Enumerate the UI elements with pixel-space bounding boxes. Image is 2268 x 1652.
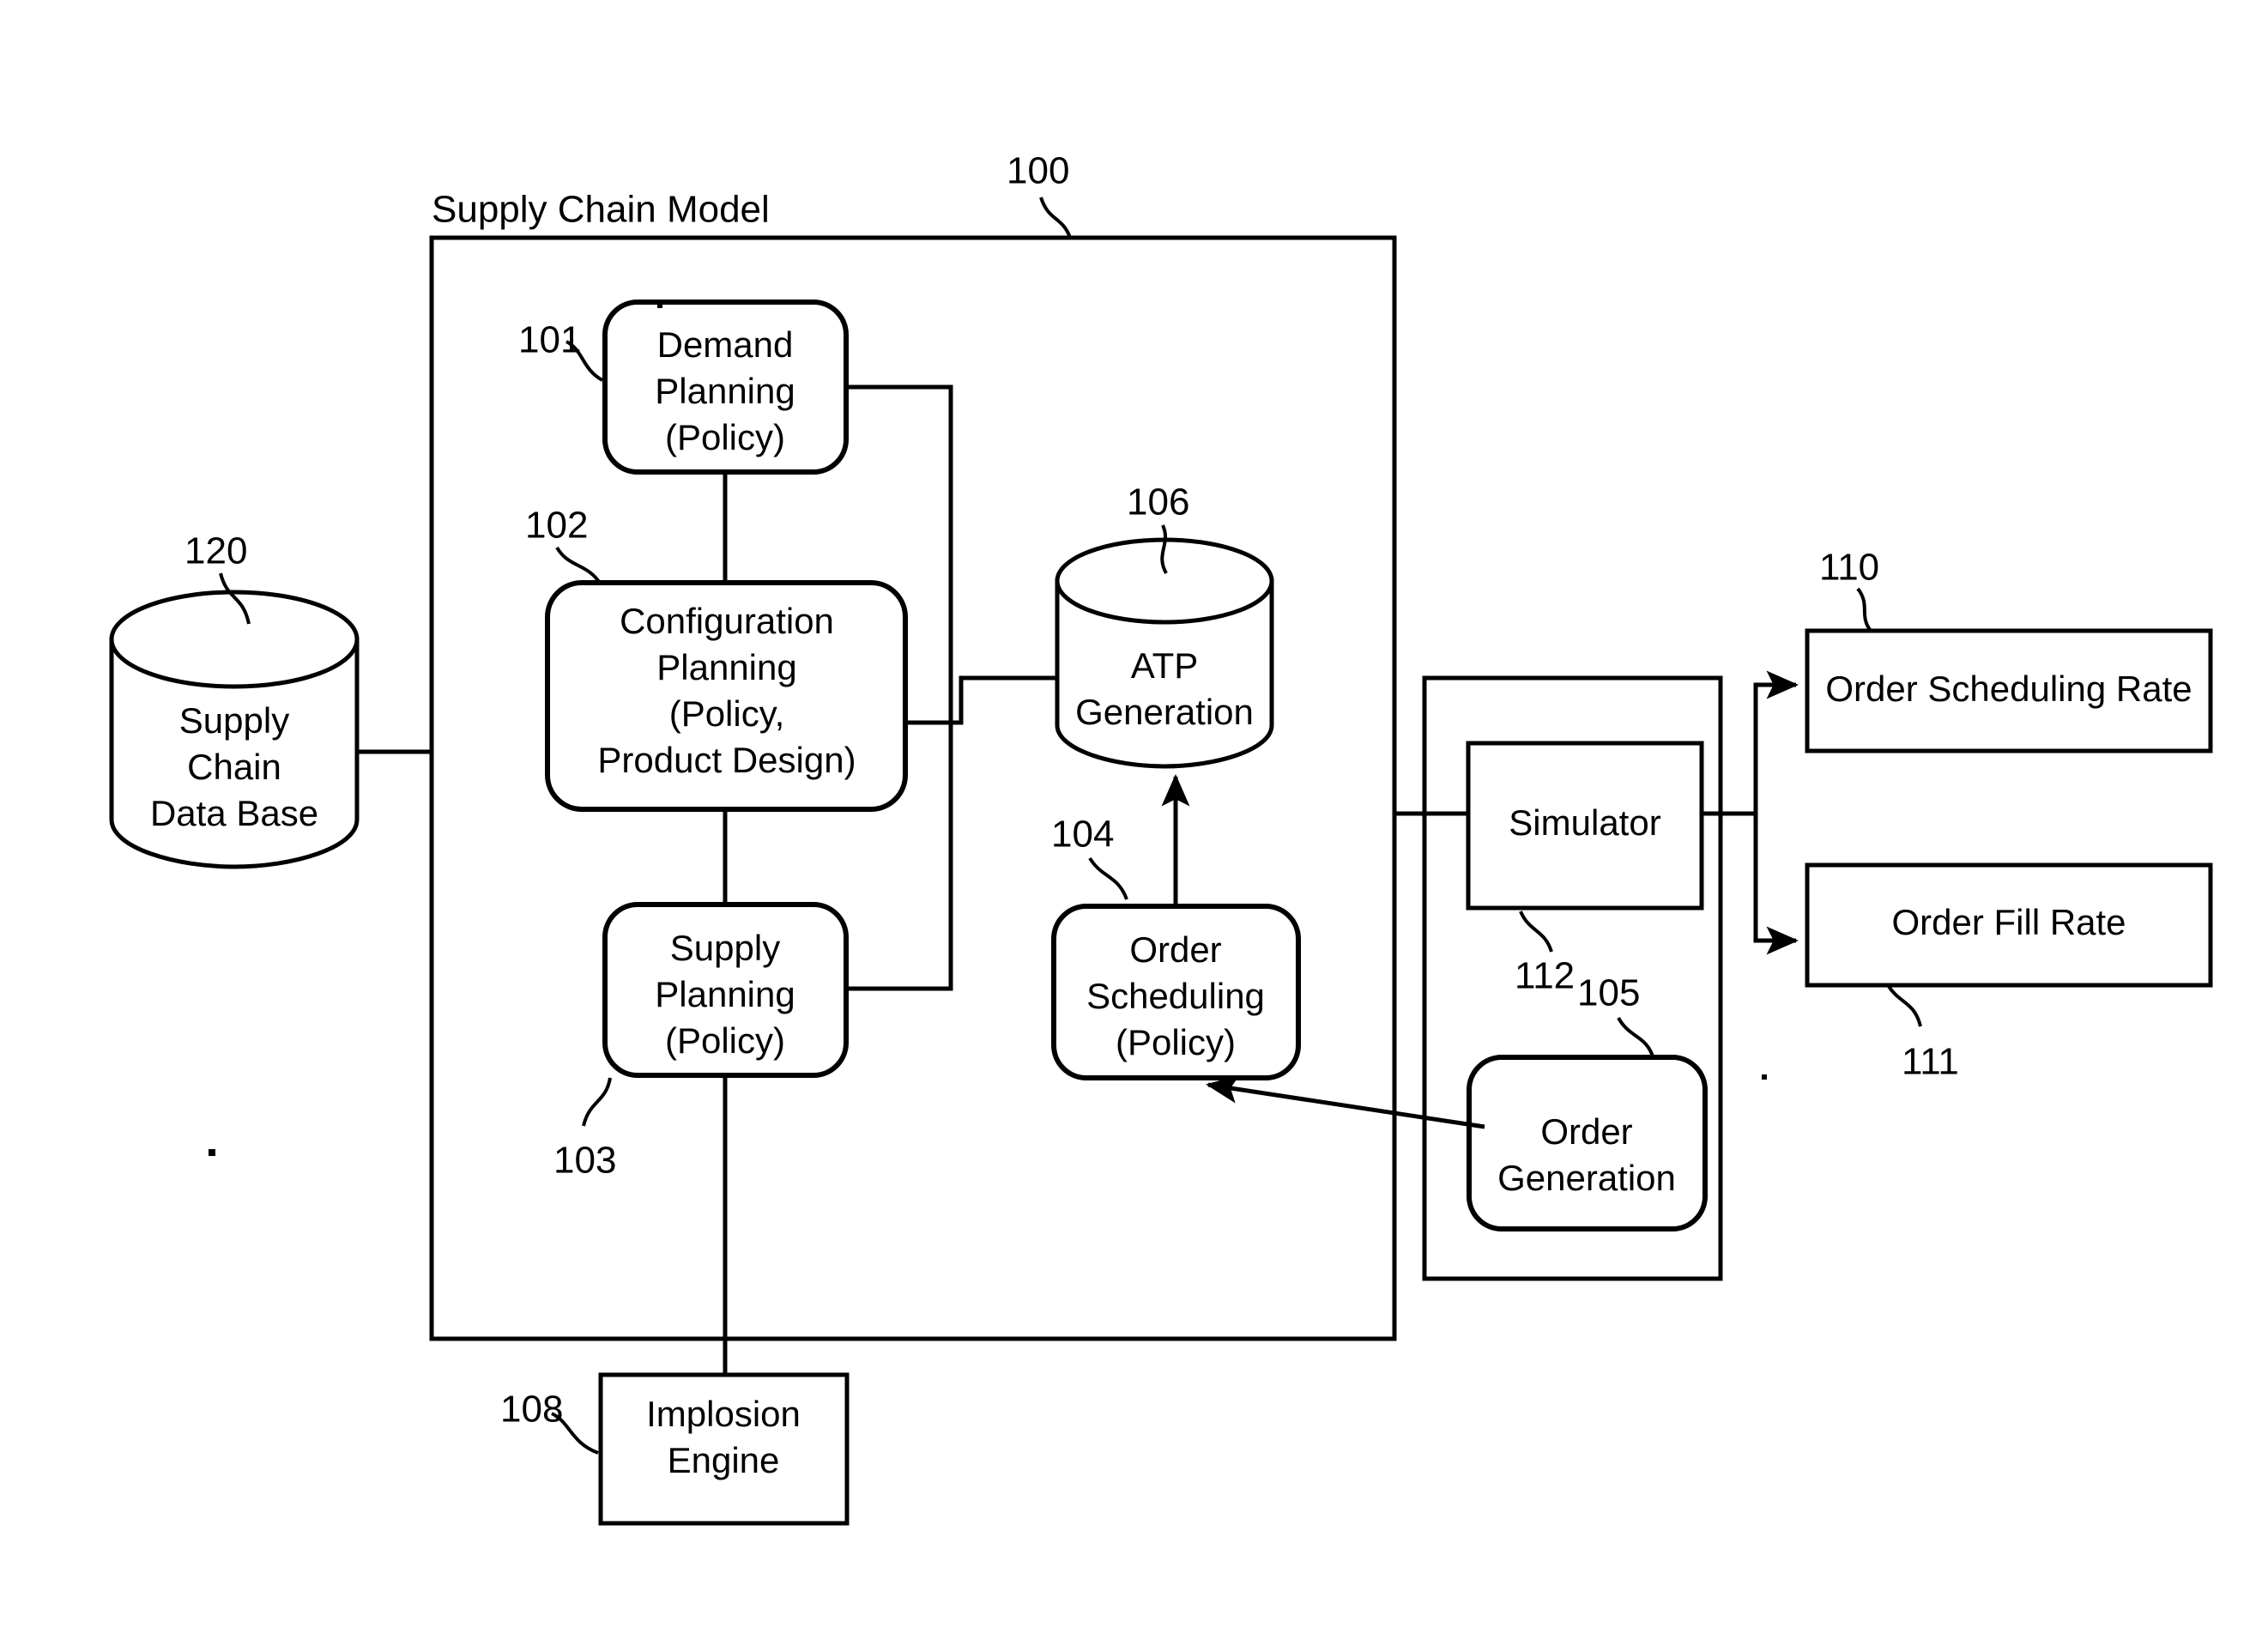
scan-speck-left bbox=[209, 1149, 215, 1156]
order-scheduling-rate-label: Order Scheduling Rate bbox=[1825, 669, 2192, 709]
ref-103-label: 103 bbox=[553, 1140, 616, 1182]
order-fill-rate-label: Order Fill Rate bbox=[1891, 902, 2126, 942]
ref-100-leader bbox=[1039, 197, 1072, 239]
demand-planning-label-line3: (Policy) bbox=[665, 417, 785, 457]
order-generation-label-line1: Order bbox=[1540, 1111, 1632, 1152]
demand-planning-label-line2: Planning bbox=[655, 371, 795, 411]
demand-planning-node: Demand Planning (Policy) bbox=[602, 300, 849, 475]
implosion-engine-label-line1: Implosion bbox=[646, 1394, 801, 1434]
simulator-label: Simulator bbox=[1509, 802, 1660, 843]
scan-speck-right bbox=[1762, 1074, 1767, 1080]
supply-planning-label-line3: (Policy) bbox=[665, 1020, 785, 1061]
ref-110-label: 110 bbox=[1819, 547, 1879, 589]
database-label-line3: Data Base bbox=[150, 793, 318, 833]
configuration-planning-label-line3: (Policy, bbox=[669, 693, 785, 734]
ref-120-label: 120 bbox=[184, 530, 247, 572]
ref-105-label: 105 bbox=[1577, 972, 1640, 1014]
configuration-planning-node: Configuration Planning (Policy, Product … bbox=[545, 580, 908, 812]
order-fill-rate-node: Order Fill Rate bbox=[1805, 862, 2213, 988]
scan-speck-upper bbox=[657, 303, 662, 308]
figure-canvas: Supply Chain Model 100 Supply Chain Data… bbox=[109, 150, 2213, 1526]
order-generation-node: Order Generation bbox=[1467, 1055, 1708, 1231]
patent-figure: Supply Chain Model 100 Supply Chain Data… bbox=[0, 0, 2268, 1652]
configuration-planning-label-line4: Product Design) bbox=[597, 740, 856, 780]
order-scheduling-rate-node: Order Scheduling Rate bbox=[1805, 628, 2213, 753]
demand-planning-label-line1: Demand bbox=[657, 324, 794, 365]
ref-100-label: 100 bbox=[1007, 150, 1069, 192]
ref-111-label: 111 bbox=[1902, 1041, 1959, 1083]
configuration-planning-label-line1: Configuration bbox=[620, 601, 834, 641]
simulator-to-order-fill-rate-arrow bbox=[1753, 814, 1799, 955]
atp-generation-node: ATP Generation bbox=[1055, 537, 1274, 769]
supply-chain-database-node: Supply Chain Data Base bbox=[109, 590, 360, 869]
atp-generation-label-line2: Generation bbox=[1075, 692, 1254, 732]
ref-106-label: 106 bbox=[1127, 481, 1189, 523]
order-scheduling-label-line2: Scheduling bbox=[1086, 976, 1265, 1016]
ref-101-label: 101 bbox=[518, 319, 581, 361]
atp-generation-label-line1: ATP bbox=[1131, 645, 1199, 686]
configuration-planning-label-line2: Planning bbox=[656, 647, 796, 687]
ref-108-label: 108 bbox=[500, 1389, 563, 1431]
supply-planning-label-line1: Supply bbox=[670, 928, 780, 968]
database-label-line2: Chain bbox=[187, 747, 281, 787]
ref-111-leader bbox=[1886, 983, 1922, 1027]
supply-planning-node: Supply Planning (Policy) bbox=[602, 902, 849, 1078]
order-scheduling-label-line3: (Policy) bbox=[1116, 1022, 1236, 1062]
order-generation-label-line2: Generation bbox=[1497, 1158, 1676, 1198]
supply-planning-label-line2: Planning bbox=[655, 974, 795, 1014]
simulator-node: Simulator bbox=[1466, 741, 1704, 911]
database-label-line1: Supply bbox=[179, 700, 289, 741]
ref-104-label: 104 bbox=[1051, 814, 1114, 856]
implosion-engine-node: Implosion Engine bbox=[598, 1372, 850, 1526]
order-scheduling-node: Order Scheduling (Policy) bbox=[1051, 904, 1301, 1080]
ref-102-label: 102 bbox=[525, 505, 588, 547]
supply-chain-model-title: Supply Chain Model bbox=[432, 189, 770, 231]
ref-112-label: 112 bbox=[1515, 955, 1575, 997]
ref-110-leader bbox=[1856, 587, 1872, 632]
order-scheduling-label-line1: Order bbox=[1129, 929, 1221, 970]
implosion-engine-label-line2: Engine bbox=[668, 1440, 780, 1480]
simulator-to-order-scheduling-rate-arrow bbox=[1753, 670, 1799, 814]
